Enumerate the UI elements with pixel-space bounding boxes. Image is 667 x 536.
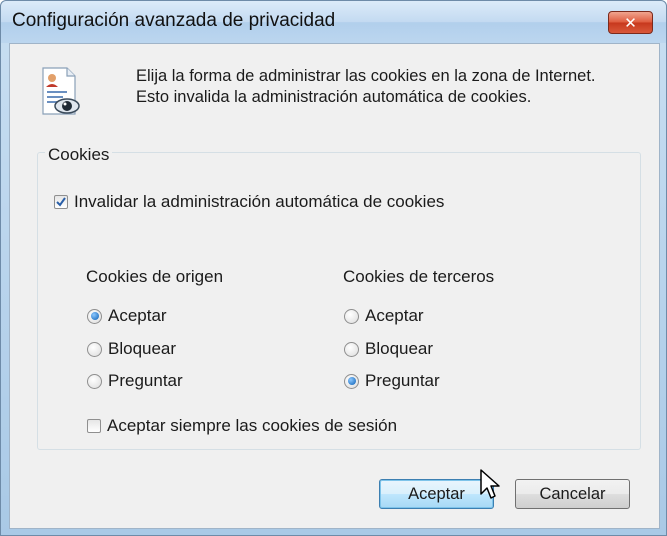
session-cookies-checkbox[interactable]: Aceptar siempre las cookies de sesión (87, 416, 397, 436)
radio-selected-icon[interactable] (87, 308, 102, 324)
accept-button-label: Aceptar (408, 484, 465, 503)
checkbox-checked-icon[interactable] (54, 195, 68, 209)
close-icon: ✕ (624, 14, 637, 32)
cancel-button-label: Cancelar (539, 484, 606, 503)
mouse-pointer-icon (480, 469, 500, 499)
dialog-title: Configuración avanzada de privacidad (12, 10, 336, 31)
first-party-accept-label: Aceptar (108, 306, 167, 325)
document-eye-icon (42, 67, 80, 115)
dialog-body: Elija la forma de administrar las cookie… (9, 43, 660, 529)
intro-text: Elija la forma de administrar las cookie… (136, 66, 646, 108)
third-party-accept-label: Aceptar (365, 306, 424, 325)
third-party-prompt-radio[interactable]: Preguntar (344, 371, 440, 391)
third-party-accept-radio[interactable]: Aceptar (344, 306, 424, 326)
cookies-group-legend: Cookies (45, 145, 113, 165)
radio-unselected-icon[interactable] (87, 373, 102, 389)
radio-unselected-icon[interactable] (344, 308, 359, 324)
radio-selected-icon[interactable] (344, 373, 359, 389)
first-party-prompt-label: Preguntar (108, 371, 183, 390)
third-party-block-radio[interactable]: Bloquear (344, 339, 433, 359)
radio-unselected-icon[interactable] (87, 341, 102, 357)
third-party-heading: Cookies de terceros (343, 267, 495, 286)
intro-line-1: Elija la forma de administrar las cookie… (136, 67, 596, 85)
override-label: Invalidar la administración automática d… (74, 192, 445, 211)
third-party-prompt-label: Preguntar (365, 371, 440, 390)
session-cookies-label: Aceptar siempre las cookies de sesión (107, 416, 398, 435)
accept-button[interactable]: Aceptar (379, 479, 494, 509)
first-party-block-label: Bloquear (108, 339, 177, 358)
intro-line-2: Esto invalida la administración automáti… (136, 88, 532, 106)
first-party-block-radio[interactable]: Bloquear (87, 339, 176, 359)
cancel-button[interactable]: Cancelar (515, 479, 630, 509)
checkbox-unchecked-icon[interactable] (87, 419, 101, 433)
title-bar[interactable]: Configuración avanzada de privacidad ✕ (1, 1, 666, 43)
first-party-accept-radio[interactable]: Aceptar (87, 306, 167, 326)
first-party-prompt-radio[interactable]: Preguntar (87, 371, 183, 391)
first-party-heading: Cookies de origen (86, 267, 224, 286)
close-button[interactable]: ✕ (608, 11, 653, 34)
third-party-block-label: Bloquear (365, 339, 434, 358)
override-checkbox[interactable]: Invalidar la administración automática d… (54, 192, 444, 212)
dialog-window: Configuración avanzada de privacidad ✕ E… (0, 0, 667, 536)
radio-unselected-icon[interactable] (344, 341, 359, 357)
